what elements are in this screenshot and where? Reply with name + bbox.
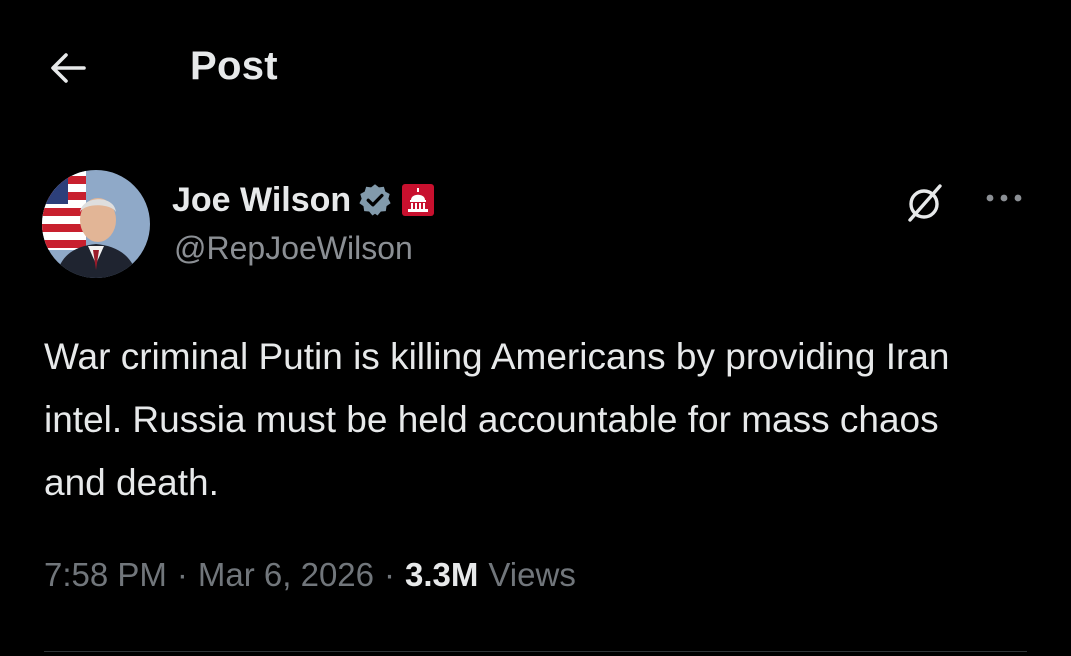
top-bar: Post bbox=[0, 0, 1071, 140]
us-capitol-badge-icon[interactable] bbox=[401, 183, 435, 217]
display-name[interactable]: Joe Wilson bbox=[172, 181, 351, 220]
page-title: Post bbox=[190, 44, 278, 88]
avatar-image bbox=[42, 170, 150, 278]
post-text: War criminal Putin is killing Americans … bbox=[44, 336, 950, 503]
separator-dot: · bbox=[176, 556, 188, 593]
grok-icon bbox=[902, 184, 950, 230]
post-author: Joe Wilson @RepJoeWilson bbox=[42, 170, 1042, 280]
grok-button[interactable] bbox=[902, 178, 950, 226]
verified-badge-icon[interactable] bbox=[357, 182, 393, 218]
more-button[interactable] bbox=[976, 178, 1032, 222]
post-time[interactable]: 7:58 PM bbox=[44, 556, 167, 594]
views-label: Views bbox=[488, 556, 576, 593]
arrow-left-icon bbox=[48, 51, 88, 90]
views-count[interactable]: 3.3M bbox=[405, 556, 478, 594]
separator-dot: · bbox=[384, 556, 396, 593]
post-date[interactable]: Mar 6, 2026 bbox=[198, 556, 374, 594]
avatar[interactable] bbox=[42, 170, 150, 278]
more-horizontal-icon bbox=[982, 191, 1026, 209]
user-handle[interactable]: @RepJoeWilson bbox=[174, 230, 413, 267]
post-metadata: 7:58 PM · Mar 6, 2026 · 3.3M Views bbox=[44, 556, 576, 594]
back-button[interactable] bbox=[44, 48, 92, 92]
divider bbox=[44, 651, 1027, 652]
name-row: Joe Wilson bbox=[172, 178, 435, 222]
